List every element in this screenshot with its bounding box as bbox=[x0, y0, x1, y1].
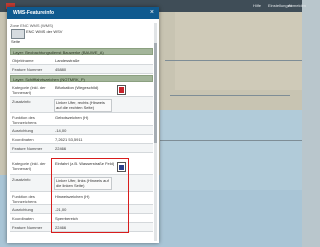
row-key: Zusatzinfo bbox=[12, 177, 31, 182]
row-key: Koordinaten bbox=[12, 137, 34, 142]
scrollbar[interactable] bbox=[154, 23, 157, 241]
table-row: Feature Nummer 45880 bbox=[10, 65, 153, 74]
row-key: Kategorie (inkl. der Tonnenart) bbox=[12, 161, 46, 171]
map-line bbox=[160, 140, 302, 141]
table-row: Objektname Landesstraße bbox=[10, 56, 153, 65]
row-value: Linker Ufer, rechts (Hinweis auf die rec… bbox=[54, 99, 112, 112]
row-key: Objektname bbox=[12, 58, 34, 63]
row-key: Funktion des Tonnzeichens bbox=[12, 115, 37, 125]
table-row: Koordinaten 7,2621 53,5911 bbox=[10, 135, 153, 144]
layer-header: Layer: Beobachtungsdienst Bauwerke (BAUW… bbox=[10, 48, 153, 55]
map-water-area bbox=[160, 110, 302, 190]
nav-help[interactable]: Hilfe bbox=[253, 3, 261, 9]
row-key: Feature Nummer bbox=[12, 67, 43, 72]
close-icon[interactable]: × bbox=[150, 9, 154, 17]
row-key: Kategorie (inkl. der Tonnenart) bbox=[12, 85, 46, 95]
table-row: Ausrichtung -14,00 bbox=[10, 126, 153, 135]
nav-logout[interactable]: Abmelden bbox=[288, 3, 306, 9]
row-value: -14,00 bbox=[55, 128, 67, 133]
chart-thumbnail-icon bbox=[11, 29, 25, 39]
zone-label: Zone ENC WMS (WMS) bbox=[10, 23, 54, 28]
map-line bbox=[165, 60, 302, 61]
row-key: Feature Nummer bbox=[12, 225, 43, 230]
table-row: Funktion des Tonnzeichens Gebotszeichen … bbox=[10, 113, 153, 126]
highlight-box bbox=[51, 158, 129, 233]
row-value: 45880 bbox=[55, 67, 67, 72]
scrollbar-thumb[interactable] bbox=[154, 43, 157, 143]
chart-code: ENC WMS der WSV bbox=[26, 29, 63, 34]
zone-block: Zone ENC WMS (WMS) ENC WMS der WSV Seite bbox=[10, 21, 153, 47]
dialog-header: WMS-Featureinfo × bbox=[7, 7, 159, 19]
row-key: Koordinaten bbox=[12, 216, 34, 221]
table-row: Feature Nummer 22466 bbox=[10, 144, 153, 153]
featureinfo-dialog: WMS-Featureinfo × Zone ENC WMS (WMS) ENC… bbox=[7, 7, 159, 243]
sign-symbol-icon bbox=[117, 85, 126, 95]
map-land-area bbox=[175, 0, 302, 90]
table-row: Zusatzinfo Linker Ufer, rechts (Hinweis … bbox=[10, 97, 153, 113]
row-value: Gebotszeichen (H) bbox=[55, 115, 89, 120]
row-key: Ausrichtung bbox=[12, 128, 34, 133]
row-value: 22466 bbox=[55, 146, 67, 151]
row-value: Bifurkation (Wegeschild) bbox=[55, 85, 99, 90]
row-value: 7,2621 53,5911 bbox=[55, 137, 83, 142]
chart-tag: Seite bbox=[11, 39, 21, 44]
row-key: Zusatzinfo bbox=[12, 99, 31, 104]
dialog-title: WMS-Featureinfo bbox=[13, 10, 55, 16]
row-key: Ausrichtung bbox=[12, 207, 34, 212]
row-key: Feature Nummer bbox=[12, 146, 43, 151]
row-key: Funktion des Tonnzeichens bbox=[12, 194, 37, 204]
map-line bbox=[170, 95, 290, 96]
table-row: Kategorie (inkl. der Tonnenart) Bifurkat… bbox=[10, 83, 153, 97]
row-value: Landesstraße bbox=[55, 58, 80, 63]
layer-header: Layer: Schifffahrtszeichen (NOTMRK_P) bbox=[10, 75, 153, 82]
dialog-body[interactable]: Zone ENC WMS (WMS) ENC WMS der WSV Seite… bbox=[7, 19, 159, 243]
